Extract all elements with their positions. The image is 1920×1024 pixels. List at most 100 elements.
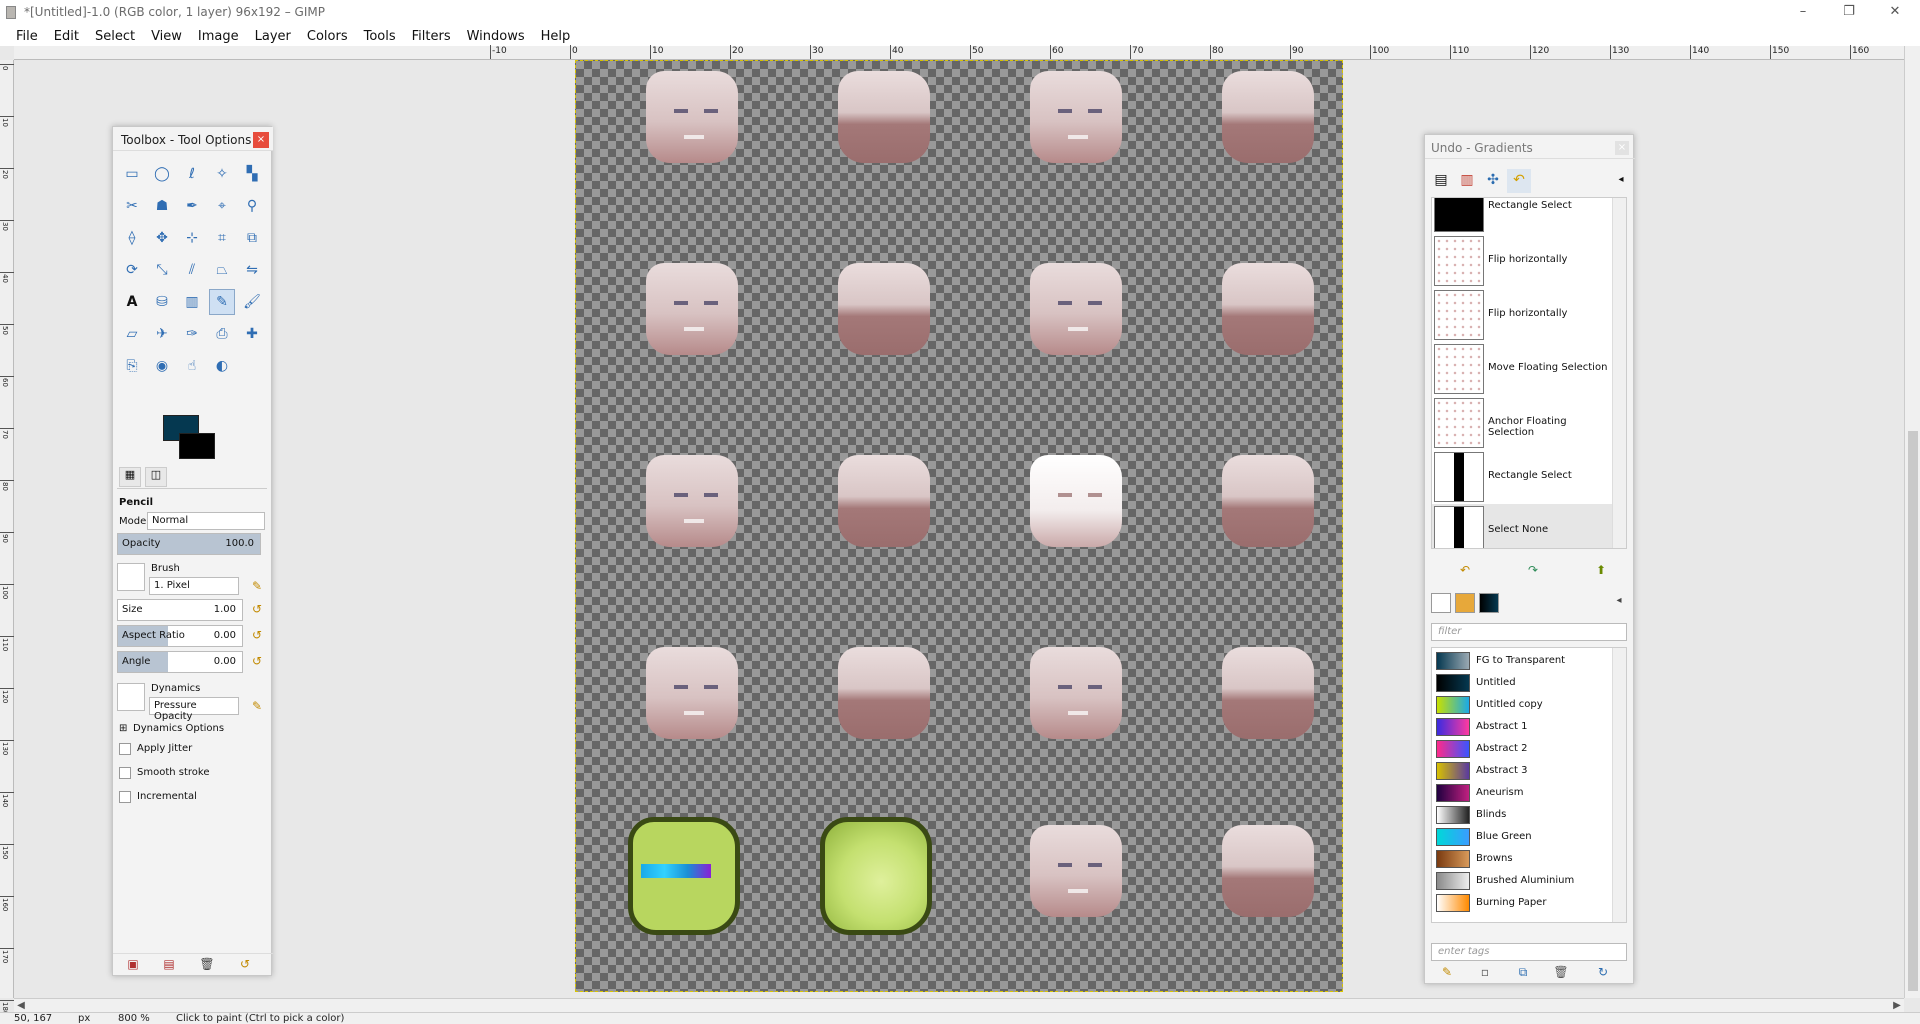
dock-title-bar[interactable]: Undo - Gradients × bbox=[1425, 135, 1635, 159]
undo-icon[interactable]: ↶ bbox=[1457, 563, 1473, 579]
dynamics-preview[interactable] bbox=[117, 683, 145, 711]
clone-tool-icon[interactable]: ⎙ bbox=[209, 321, 235, 347]
close-button[interactable]: ✕ bbox=[1872, 0, 1918, 26]
tab-tool-options[interactable]: ▦ bbox=[119, 467, 141, 487]
undo-scrollbar[interactable] bbox=[1612, 198, 1626, 548]
new-gradient-icon[interactable]: ▫ bbox=[1477, 965, 1493, 981]
gradient-item[interactable]: Browns bbox=[1432, 848, 1614, 870]
select-by-color-tool-icon[interactable]: ▚ bbox=[239, 161, 265, 187]
gradient-scrollbar[interactable] bbox=[1612, 648, 1626, 922]
menu-tools[interactable]: Tools bbox=[356, 26, 404, 46]
size-slider[interactable]: Size 1.00 bbox=[117, 599, 243, 621]
dynamics-options-expander[interactable]: Dynamics Options bbox=[133, 723, 224, 734]
undo-history-item[interactable]: Flip horizontally bbox=[1432, 288, 1614, 342]
menu-file[interactable]: File bbox=[8, 26, 46, 46]
menu-select[interactable]: Select bbox=[87, 26, 143, 46]
crop-tool-icon[interactable]: ⌗ bbox=[209, 225, 235, 251]
dynamics-select[interactable]: Pressure Opacity bbox=[149, 697, 239, 722]
measure-tool-icon[interactable]: ⟠ bbox=[119, 225, 145, 251]
minimize-button[interactable]: – bbox=[1780, 0, 1826, 26]
undo-history-item[interactable]: Flip horizontally bbox=[1432, 234, 1614, 288]
background-color-swatch[interactable] bbox=[179, 433, 215, 459]
perspective-tool-icon[interactable]: ⏢ bbox=[209, 257, 235, 283]
aspect-ratio-slider[interactable]: Aspect Ratio 0.00 bbox=[117, 625, 243, 647]
close-icon[interactable]: × bbox=[1615, 141, 1629, 155]
gradient-item[interactable]: Brushed Aluminium bbox=[1432, 870, 1614, 892]
undo-history-item[interactable]: Move Floating Selection bbox=[1432, 342, 1614, 396]
undo-tab-icon[interactable]: ↶ bbox=[1507, 169, 1531, 193]
dock-menu-icon[interactable]: ◂ bbox=[1611, 595, 1627, 611]
horizontal-scrollbar[interactable]: ◀ ▶ bbox=[14, 998, 1904, 1012]
menu-filters[interactable]: Filters bbox=[404, 26, 459, 46]
undo-history-item[interactable]: Select None bbox=[1432, 504, 1614, 548]
angle-slider[interactable]: Angle 0.00 bbox=[117, 651, 243, 673]
edit-dynamics-icon[interactable]: ✎ bbox=[249, 699, 265, 715]
layers-tab-icon[interactable]: ▤ bbox=[1429, 169, 1453, 193]
paths-tool-icon[interactable]: ✒ bbox=[179, 193, 205, 219]
bucket-fill-tool-icon[interactable]: ⛁ bbox=[149, 289, 175, 315]
edit-brush-icon[interactable]: ✎ bbox=[249, 579, 265, 595]
reset-angle-icon[interactable]: ↺ bbox=[249, 654, 265, 670]
gradient-list[interactable]: FG to Transparent Untitled Untitled copy Ab… bbox=[1431, 647, 1627, 923]
unit-selector[interactable]: px bbox=[78, 1013, 90, 1024]
expander-icon[interactable]: ⊞ bbox=[119, 723, 127, 734]
scroll-right-icon[interactable]: ▶ bbox=[1890, 999, 1904, 1013]
close-icon[interactable]: × bbox=[253, 132, 269, 148]
reset-size-icon[interactable]: ↺ bbox=[249, 602, 265, 618]
delete-options-icon[interactable]: 🗑 bbox=[199, 957, 215, 973]
toolbox-title-bar[interactable]: Toolbox - Tool Options × bbox=[113, 127, 273, 151]
save-options-icon[interactable]: ▣ bbox=[125, 957, 141, 973]
reset-options-icon[interactable]: ↺ bbox=[237, 957, 253, 973]
vertical-ruler[interactable]: 0 10 20 30 40 50 60 70 80 90 100 110 120 130 140 150 160… bbox=[0, 60, 14, 1015]
blur-tool-icon[interactable]: ◉ bbox=[149, 353, 175, 379]
opacity-slider[interactable]: Opacity 100.0 bbox=[117, 533, 261, 555]
ellipse-select-tool-icon[interactable]: ◯ bbox=[149, 161, 175, 187]
undo-history-item[interactable]: Anchor Floating Selection bbox=[1432, 396, 1614, 450]
gradient-item[interactable]: Abstract 2 bbox=[1432, 738, 1614, 760]
menu-windows[interactable]: Windows bbox=[459, 26, 533, 46]
flip-tool-icon[interactable]: ⇋ bbox=[239, 257, 265, 283]
edit-gradient-icon[interactable]: ✎ bbox=[1439, 965, 1455, 981]
gradient-item[interactable]: Abstract 1 bbox=[1432, 716, 1614, 738]
gradient-item[interactable]: Untitled bbox=[1432, 672, 1614, 694]
gradient-item[interactable]: Blinds bbox=[1432, 804, 1614, 826]
gradient-filter-input[interactable]: filter bbox=[1431, 623, 1627, 641]
shear-tool-icon[interactable]: ⫽ bbox=[179, 257, 205, 283]
rect-select-tool-icon[interactable]: ▭ bbox=[119, 161, 145, 187]
blend-tool-icon[interactable]: ▥ bbox=[179, 289, 205, 315]
gradient-item[interactable]: Blue Green bbox=[1432, 826, 1614, 848]
heal-tool-icon[interactable]: ✚ bbox=[239, 321, 265, 347]
dock-menu-icon[interactable]: ◂ bbox=[1609, 169, 1633, 193]
vertical-scrollbar[interactable] bbox=[1904, 46, 1920, 998]
rotate-tool-icon[interactable]: ⟳ bbox=[119, 257, 145, 283]
tab-device-status[interactable]: ◫ bbox=[145, 467, 167, 487]
fuzzy-select-tool-icon[interactable]: ✧ bbox=[209, 161, 235, 187]
transform-unified-tool-icon[interactable]: ⧉ bbox=[239, 225, 265, 251]
horizontal-ruler[interactable]: -10 0 10 20 30 40 50 60 70 80 90 100 110 120 130 140 150… bbox=[14, 45, 1904, 60]
gradient-item[interactable]: Untitled copy bbox=[1432, 694, 1614, 716]
align-tool-icon[interactable]: ⊹ bbox=[179, 225, 205, 251]
reset-aspect-icon[interactable]: ↺ bbox=[249, 628, 265, 644]
image-canvas[interactable] bbox=[575, 60, 1343, 992]
gradient-tags-input[interactable]: enter tags bbox=[1431, 943, 1627, 961]
menu-view[interactable]: View bbox=[143, 26, 190, 46]
color-picker-tool-icon[interactable]: ⌖ bbox=[209, 193, 235, 219]
smudge-tool-icon[interactable]: ☝ bbox=[179, 353, 205, 379]
redo-icon[interactable]: ↷ bbox=[1525, 563, 1541, 579]
free-select-tool-icon[interactable]: ℓ bbox=[179, 161, 205, 187]
brush-preview[interactable] bbox=[117, 563, 145, 591]
brush-swatch-tab[interactable] bbox=[1431, 593, 1451, 613]
gradient-item[interactable]: Burning Paper bbox=[1432, 892, 1614, 914]
menu-help[interactable]: Help bbox=[533, 26, 579, 46]
undo-history-item[interactable]: Rectangle Select bbox=[1432, 450, 1614, 504]
airbrush-tool-icon[interactable]: ✈ bbox=[149, 321, 175, 347]
undo-history-list[interactable]: Select None Rectangle Select Anchor Floati… bbox=[1431, 197, 1627, 549]
menu-image[interactable]: Image bbox=[190, 26, 247, 46]
perspective-clone-tool-icon[interactable]: ⎘ bbox=[119, 353, 145, 379]
smooth-stroke-checkbox[interactable] bbox=[119, 767, 131, 779]
ink-tool-icon[interactable]: ✑ bbox=[179, 321, 205, 347]
paintbrush-tool-icon[interactable]: 🖌 bbox=[239, 289, 265, 315]
scissors-tool-icon[interactable]: ✂ bbox=[119, 193, 145, 219]
move-tool-icon[interactable]: ✥ bbox=[149, 225, 175, 251]
refresh-gradients-icon[interactable]: ↻ bbox=[1595, 965, 1611, 981]
